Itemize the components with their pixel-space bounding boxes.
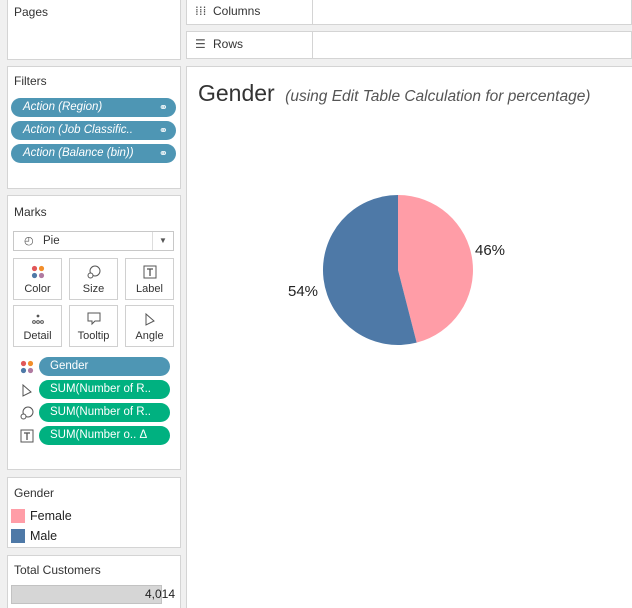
rows-shelf[interactable]: ☰ Rows (186, 31, 632, 59)
pill-label: SUM(Number of R.. (50, 383, 151, 395)
total-customers-value: 4,014 (144, 587, 175, 601)
angle-label: Angle (135, 330, 164, 342)
mark-pill-sum-angle[interactable]: SUM(Number of R.. (39, 380, 170, 399)
tooltip-icon (70, 312, 117, 326)
tooltip-label: Tooltip (77, 330, 110, 342)
total-customers-title: Total Customers (14, 563, 101, 577)
chevron-down-icon: ▼ (152, 232, 173, 250)
filter-label: Action (Region) (23, 101, 103, 113)
pages-title: Pages (14, 5, 49, 19)
pie-label-male: 54% (288, 283, 319, 300)
pill-label: SUM(Number of R.. (50, 406, 151, 418)
legend-label: Male (30, 529, 58, 543)
label-label: Label (136, 283, 163, 295)
tooltip-button[interactable]: Tooltip (69, 305, 118, 347)
filter-pill-balance-bin[interactable]: Action (Balance (bin)) ⚭ (11, 144, 176, 163)
mark-type-dropdown[interactable]: ◴ Pie ▼ (13, 231, 174, 251)
mark-pill-gender[interactable]: Gender (39, 357, 170, 376)
angle-button[interactable]: Angle (125, 305, 174, 347)
columns-label: Columns (213, 4, 261, 18)
filter-label: Action (Balance (bin)) (23, 147, 134, 159)
pages-card: Pages (7, 0, 181, 60)
color-label: Color (24, 283, 51, 295)
angle-icon (126, 312, 173, 326)
color-dots-icon (14, 265, 61, 279)
columns-shelf-label: ⁞⁞⁞ Columns (187, 0, 313, 24)
size-button[interactable]: Size (69, 258, 118, 300)
pie-label-female: 46% (475, 242, 506, 259)
mark-type-value: Pie (43, 235, 60, 247)
columns-icon: ⁞⁞⁞ (195, 4, 207, 18)
legend-label: Female (30, 509, 72, 523)
gender-legend-title: Gender (14, 486, 55, 500)
pie-icon: ◴ (24, 234, 34, 247)
color-button[interactable]: Color (13, 258, 62, 300)
detail-button[interactable]: Detail (13, 305, 62, 347)
view-title-main: Gender (198, 80, 275, 106)
filter-pill-job-classification[interactable]: Action (Job Classific.. ⚭ (11, 121, 176, 140)
rows-shelf-label: ☰ Rows (187, 32, 313, 58)
rows-icon: ☰ (195, 37, 206, 51)
columns-shelf[interactable]: ⁞⁞⁞ Columns (186, 0, 632, 25)
angle-icon (20, 383, 34, 397)
link-icon: ⚭ (158, 124, 168, 137)
mark-pill-sum-size[interactable]: SUM(Number of R.. (39, 403, 170, 422)
marks-title: Marks (14, 205, 47, 219)
label-icon (126, 265, 173, 279)
detail-icon (14, 312, 61, 326)
detail-label: Detail (23, 330, 52, 342)
size-icon (70, 265, 117, 279)
view-title-subtitle: (using Edit Table Calculation for percen… (285, 88, 591, 105)
pill-label: Gender (50, 360, 89, 372)
link-icon: ⚭ (158, 147, 168, 160)
male-swatch (11, 529, 25, 543)
size-label: Size (82, 283, 105, 295)
link-icon: ⚭ (158, 101, 168, 114)
label-icon (20, 429, 34, 443)
rows-label: Rows (213, 37, 244, 51)
filter-label: Action (Job Classific.. (23, 124, 133, 136)
female-swatch (11, 509, 25, 523)
label-button[interactable]: Label (125, 258, 174, 300)
filters-title: Filters (14, 74, 47, 88)
size-icon (20, 406, 34, 420)
mark-pill-sum-label[interactable]: SUM(Number o.. Δ (39, 426, 170, 445)
view-area (186, 66, 632, 608)
pill-label: SUM(Number o.. Δ (50, 429, 148, 441)
color-dots-icon (20, 360, 34, 374)
view-title: Gender (using Edit Table Calculation for… (198, 80, 590, 107)
filter-pill-region[interactable]: Action (Region) ⚭ (11, 98, 176, 117)
